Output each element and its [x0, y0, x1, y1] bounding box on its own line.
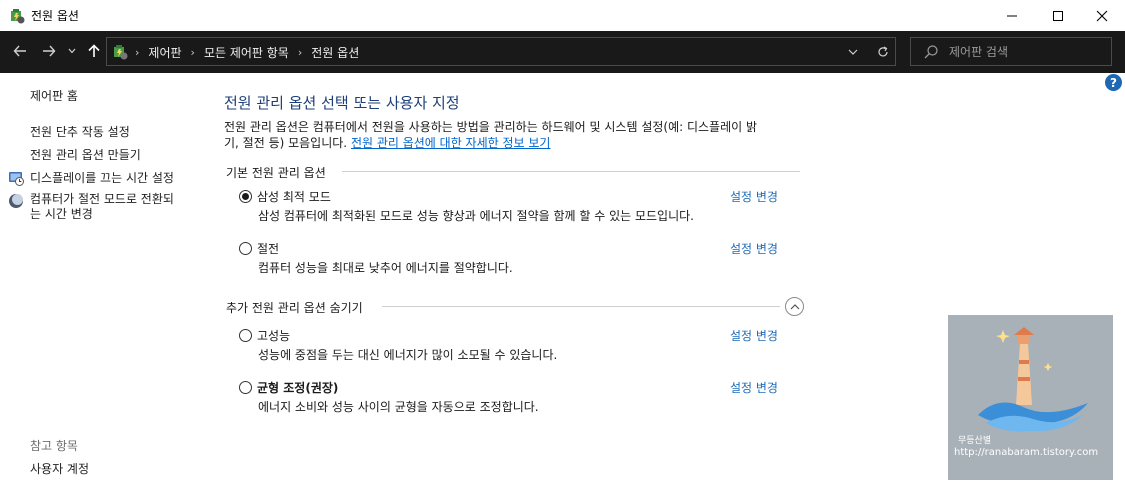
plan-radio-high-performance[interactable]	[239, 329, 252, 342]
up-button[interactable]	[82, 40, 106, 62]
refresh-button[interactable]	[875, 44, 891, 60]
up-arrow-icon	[88, 44, 100, 57]
more-info-link[interactable]: 전원 관리 옵션에 대한 자세한 정보 보기	[351, 136, 551, 150]
breadcrumb-power-options[interactable]: 전원 옵션	[311, 44, 359, 61]
maximize-button[interactable]	[1035, 0, 1081, 31]
minimize-button[interactable]	[989, 0, 1035, 31]
refresh-icon	[878, 46, 888, 57]
sidebar-item-label-line2: 는 시간 변경	[30, 207, 93, 221]
breadcrumb: › 제어판 › 모든 제어판 항목 › 전원 옵션	[135, 44, 359, 61]
chevron-up-icon	[790, 304, 799, 310]
page-description: 전원 관리 옵션은 컴퓨터에서 전원을 사용하는 방법을 관리하는 하드웨어 및…	[224, 119, 814, 151]
close-button[interactable]	[1079, 0, 1125, 31]
see-also-user-accounts[interactable]: 사용자 계정	[30, 460, 89, 477]
back-arrow-icon	[13, 45, 26, 57]
search-icon	[924, 45, 938, 59]
sidebar-home-link[interactable]: 제어판 홈	[30, 87, 78, 104]
search-input[interactable]	[949, 43, 1099, 61]
plan-description: 성능에 중점을 두는 대신 에너지가 많이 소모될 수 있습니다.	[258, 348, 558, 362]
sidebar-item-sleep[interactable]: 컴퓨터가 절전 모드로 전환되 는 시간 변경	[8, 192, 174, 222]
sidebar-item-power-button[interactable]: 전원 단추 작동 설정	[30, 123, 130, 140]
sidebar-item-label[interactable]: 디스플레이를 끄는 시간 설정	[30, 169, 174, 186]
watermark-text: 무등산별	[958, 436, 992, 446]
sidebar-item-label-line1: 컴퓨터가 절전 모드로 전환되	[30, 192, 174, 206]
plan-description: 에너지 소비와 성능 사이의 균형을 자동으로 조정합니다.	[258, 400, 539, 414]
window-title: 전원 옵션	[31, 9, 79, 23]
address-dropdown-button[interactable]	[845, 44, 861, 60]
chevron-right-icon: ›	[297, 46, 303, 59]
group-divider	[382, 306, 780, 307]
sidebar-item-label[interactable]: 컴퓨터가 절전 모드로 전환되 는 시간 변경	[30, 192, 174, 222]
breadcrumb-control-panel[interactable]: 제어판	[148, 44, 181, 61]
plan-name[interactable]: 고성능	[257, 327, 290, 344]
watermark-image: 무등산별 http://ranabaram.tistory.com	[948, 315, 1113, 480]
forward-arrow-icon	[43, 45, 56, 57]
plan-name[interactable]: 절전	[257, 240, 279, 257]
collapse-button[interactable]	[785, 297, 804, 316]
recent-locations-button[interactable]	[64, 40, 80, 62]
lighthouse-logo-icon	[978, 327, 1088, 432]
chevron-down-icon	[68, 48, 76, 54]
plan-radio-samsung-optimized[interactable]	[239, 190, 252, 203]
additional-plans-heading[interactable]: 추가 전원 관리 옵션 숨기기	[226, 299, 363, 316]
change-settings-link[interactable]: 설정 변경	[730, 327, 778, 344]
navigation-bar: › 제어판 › 모든 제어판 항목 › 전원 옵션	[0, 31, 1125, 73]
chevron-down-icon	[848, 49, 858, 55]
plan-description: 컴퓨터 성능을 최대로 낮추어 에너지를 절약합니다.	[258, 261, 513, 275]
group-divider	[342, 171, 800, 172]
display-clock-icon	[9, 172, 24, 186]
close-icon	[1096, 10, 1108, 21]
plan-radio-power-saver[interactable]	[239, 242, 252, 255]
plan-radio-balanced[interactable]	[239, 381, 252, 394]
help-button[interactable]: ?	[1105, 74, 1122, 91]
minimize-icon	[1007, 15, 1017, 16]
description-line1: 전원 관리 옵션은 컴퓨터에서 전원을 사용하는 방법을 관리하는 하드웨어 및…	[224, 120, 758, 134]
change-settings-link[interactable]: 설정 변경	[730, 240, 778, 257]
watermark-url: http://ranabaram.tistory.com	[954, 447, 1099, 458]
breadcrumb-all-items[interactable]: 모든 제어판 항목	[204, 44, 289, 61]
moon-icon	[9, 194, 23, 208]
chevron-right-icon: ›	[190, 46, 195, 59]
address-bar[interactable]: › 제어판 › 모든 제어판 항목 › 전원 옵션	[106, 37, 896, 66]
change-settings-link[interactable]: 설정 변경	[730, 188, 778, 205]
power-options-icon	[11, 9, 25, 24]
forward-button[interactable]	[37, 40, 61, 62]
sidebar-item-display-off[interactable]: 디스플레이를 끄는 시간 설정	[8, 169, 174, 186]
sidebar-item-create-plan[interactable]: 전원 관리 옵션 만들기	[30, 146, 141, 163]
page-title: 전원 관리 옵션 선택 또는 사용자 지정	[224, 94, 460, 112]
search-box[interactable]	[910, 37, 1112, 66]
plan-description: 삼성 컴퓨터에 최적화된 모드로 성능 향상과 에너지 절약을 함께 할 수 있…	[258, 209, 694, 223]
back-button[interactable]	[8, 40, 32, 62]
question-mark-icon: ?	[1110, 75, 1117, 90]
description-line2: 기, 절전 등) 모음입니다.	[224, 136, 351, 150]
title-bar: 전원 옵션	[0, 0, 1125, 31]
chevron-right-icon: ›	[135, 46, 140, 59]
plan-name[interactable]: 균형 조정(권장)	[257, 379, 338, 396]
power-options-icon	[114, 45, 128, 60]
change-settings-link[interactable]: 설정 변경	[730, 379, 778, 396]
basic-plans-heading: 기본 전원 관리 옵션	[226, 166, 326, 180]
plan-name[interactable]: 삼성 최적 모드	[257, 188, 331, 205]
see-also-heading: 참고 항목	[30, 439, 78, 453]
maximize-icon	[1053, 10, 1063, 21]
sidebar: 제어판 홈 전원 단추 작동 설정 전원 관리 옵션 만들기 디스플레이를 끄는…	[0, 73, 205, 497]
